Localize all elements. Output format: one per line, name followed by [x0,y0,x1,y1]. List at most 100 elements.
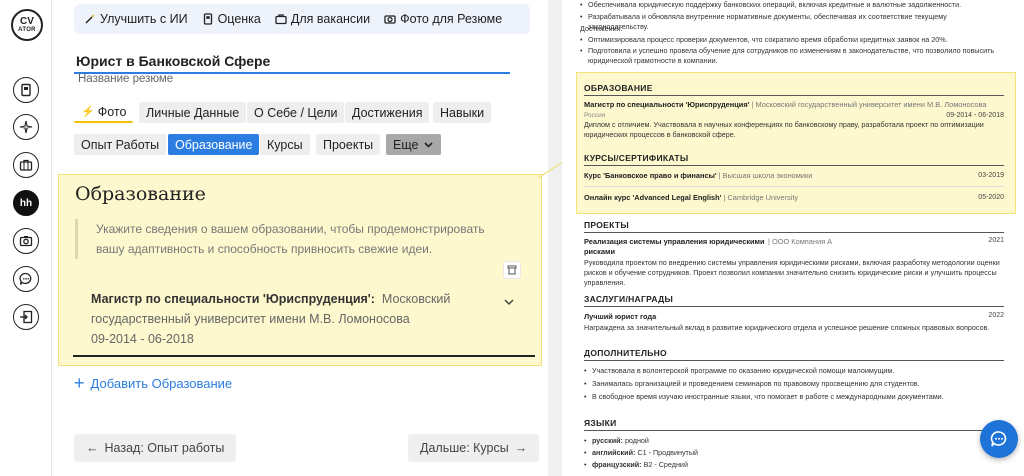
chevron-down-icon [424,142,434,148]
for-vacancy-button[interactable]: Для вакансии [275,12,370,26]
preview-awards-heading: ЗАСЛУГИ/НАГРАДЫ [584,294,674,304]
section-hint: Укажите сведения о вашем образовании, чт… [75,219,515,259]
preview-bullet: Разрабатывала и обновляла внутренние нор… [580,12,1000,32]
tab-skills[interactable]: Навыки [433,102,492,123]
preview-course-name: Курс 'Банковское право и финансы' [584,171,717,180]
preview-bullet: Подготовила и успешно провела обучение д… [580,46,1000,66]
rail-resume-button[interactable] [13,77,39,103]
preview-additional-item: Участвовала в волонтерской программе по … [584,366,1004,376]
tab-projects[interactable]: Проекты [316,134,381,155]
preview-language-item: русский: родной [584,436,1004,446]
preview-language-item: английский: C1 - Продвинутый [584,448,1004,458]
preview-project-org: ООО Компания А [771,237,833,246]
preview-course-date: 05-2020 [978,194,1004,201]
preview-course-date: 03-2019 [978,172,1004,179]
photo-resume-label: Фото для Резюме [400,12,503,26]
logo-line1: CV [20,16,34,27]
education-section: Образование Укажите сведения о вашем обр… [58,174,542,366]
back-label: Назад: Опыт работы [104,441,225,455]
chat-icon [990,431,1007,447]
left-rail: CV ATOR hh [0,0,52,476]
preview-project-org-wrap: | ООО Компания А [768,237,833,246]
preview-country: Россия [584,112,606,119]
preview-award-year: 2022 [988,312,1004,319]
preview-project-name: Реализация системы управления юридически… [584,237,784,257]
section-title: Образование [75,183,206,205]
delete-entry-button[interactable] [503,261,521,279]
preview-bullet: Обеспечивала юридическую поддержку банко… [580,0,1000,10]
magic-wand-icon [85,14,95,24]
improve-ai-button[interactable]: Улучшить с ИИ [84,12,188,26]
document-icon [203,13,212,25]
resume-title-hint: Название резюме [78,73,174,85]
preview-project-year: 2021 [988,237,1004,244]
preview-projects-heading: ПРОЕКТЫ [584,220,629,230]
preview-project-line2: рисками [584,247,615,256]
divider [584,232,1004,233]
camera-icon [384,15,396,24]
rail-logout-button[interactable] [13,304,39,330]
tab-personal[interactable]: Личные Данные [139,102,247,123]
tab-label: Опыт Работы [81,137,160,152]
photo-resume-button[interactable]: Фото для Резюме [384,12,502,26]
rail-chat-button[interactable] [13,266,39,292]
preview-award-title: Лучший юрист года [584,312,657,321]
add-education-label: Добавить Образование [90,375,233,391]
tab-education[interactable]: Образование [168,134,260,155]
divider [584,430,1004,431]
lightning-icon: ⚡ [81,106,95,118]
tab-more[interactable]: Еще [386,134,442,155]
divider [584,95,1004,96]
hh-label: hh [19,197,33,209]
preview-course-org: Cambridge University [727,193,799,202]
tab-label: Фото [97,104,127,119]
divider [584,360,1004,361]
divider [584,306,1004,307]
tab-about[interactable]: О Себе / Цели [247,102,345,123]
tab-label: Достижения [352,105,423,120]
rail-hh-button[interactable]: hh [13,190,39,216]
add-education-button[interactable]: + Добавить Образование [74,374,232,392]
tab-experience[interactable]: Опыт Работы [74,134,167,155]
divider [584,186,1004,187]
education-entry[interactable]: Магистр по специальности 'Юриспруденция'… [73,261,535,357]
tab-label: Навыки [440,105,485,120]
preview-language-level: C1 - Продвинутый [637,448,699,457]
preview-bullet: Оптимизировала процесс проверки документ… [580,35,1000,45]
back-button[interactable]: ← Назад: Опыт работы [74,434,237,462]
next-button[interactable]: Дальше: Курсы → [408,434,540,462]
preview-language-name: французский: [592,460,642,469]
preview-language-level: родной [624,436,649,445]
support-chat-button[interactable] [980,420,1018,458]
arrow-left-icon: ← [86,441,99,455]
tab-photo[interactable]: ⚡ Фото [74,102,134,123]
tab-label: Еще [393,137,419,152]
entry-degree: Магистр по специальности 'Юриспруденция'… [91,292,375,306]
preview-language-item: французский: B2 - Средний [584,460,1004,470]
preview-education-heading: ОБРАЗОВАНИЕ [584,83,653,93]
rail-photo-button[interactable] [13,228,39,254]
rail-ai-button[interactable] [13,114,39,140]
rating-button[interactable]: Оценка [202,12,261,26]
chevron-down-icon [504,299,514,306]
resume-title-input[interactable]: Юрист в Банковской Сфере [74,50,510,74]
divider [584,165,1004,166]
preview-university: Московский государственный университет и… [755,100,987,109]
cvator-logo[interactable]: CV ATOR [11,9,43,41]
preview-degree: Магистр по специальности 'Юриспруденция' [584,100,750,109]
camera-icon [19,236,33,247]
preview-additional-heading: ДОПОЛНИТЕЛЬНО [584,348,667,358]
preview-course-name: Онлайн курс 'Advanced Legal English' [584,193,722,202]
tab-label: Проекты [323,137,374,152]
chat-icon [19,272,32,285]
rail-vacancy-button[interactable] [13,152,39,178]
tab-achievements[interactable]: Достижения [345,102,430,123]
editor-panel: Улучшить с ИИ Оценка Для вакансии Фото д… [52,0,548,476]
preview-course-org: Высшая школа экономики [722,171,813,180]
preview-language-level: B2 - Средний [643,460,688,469]
tab-courses[interactable]: Курсы [260,134,310,155]
expand-entry-button[interactable] [503,295,515,313]
preview-achievements-label: Достижения: [580,24,623,33]
tab-label: Курсы [267,137,303,152]
preview-language-name: английский: [592,448,636,457]
